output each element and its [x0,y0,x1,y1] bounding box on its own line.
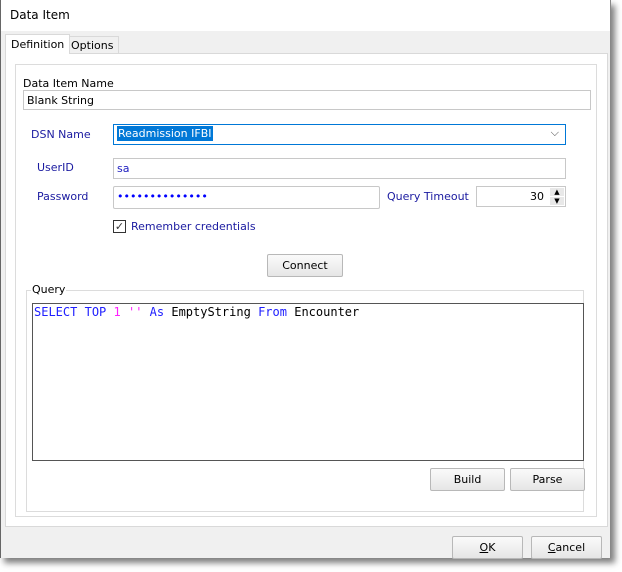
dsn-name-value: Readmission IFBI [117,126,213,141]
tab-options[interactable]: Options [65,36,120,53]
tab-label: Options [71,39,114,52]
tab-definition[interactable]: Definition [5,34,71,54]
sql-token: As [149,305,165,319]
data-item-dialog: Data Item Definition Options Data Item N… [0,0,611,559]
password-input[interactable]: •••••••••••••• [113,186,380,209]
ok-button[interactable]: OK [452,536,523,559]
cancel-button[interactable]: Cancel [531,536,602,559]
password-label: Password [37,190,89,203]
sql-token: Encounter [294,305,360,319]
window-title: Data Item [10,8,70,22]
definition-panel: Data Item Name Blank String DSN Name Rea… [5,53,608,527]
data-item-name-label: Data Item Name [23,77,114,90]
tab-label: Definition [11,38,65,51]
spin-down-icon[interactable]: ▼ [550,197,564,205]
sql-space [142,305,149,319]
sql-space [251,305,258,319]
ok-mnemonic: O [479,541,489,554]
sql-space [121,305,128,319]
parse-button[interactable]: Parse [510,468,585,491]
sql-token: From [258,305,287,319]
remember-credentials-label: Remember credentials [131,220,256,233]
connect-button[interactable]: Connect [267,254,343,277]
dsn-name-select[interactable]: Readmission IFBI ⌵ [113,124,566,145]
query-timeout-label: Query Timeout [387,190,469,203]
sql-token: TOP [84,305,107,319]
build-button[interactable]: Build [430,468,505,491]
cancel-mnemonic: C [547,541,556,554]
spin-up-icon[interactable]: ▲ [550,188,564,196]
query-timeout-value: 30 [530,190,544,203]
sql-token: EmptyString [171,305,251,319]
sql-token: SELECT [34,305,78,319]
query-group-label: Query [31,283,67,296]
userid-label: UserID [37,161,74,174]
sql-token: 1 [113,305,121,319]
dsn-name-label: DSN Name [31,128,91,141]
ok-label: K [488,541,496,554]
query-editor[interactable]: SELECT TOP 1 '' As EmptyString From Enco… [32,303,584,461]
sql-token: '' [127,305,143,319]
sql-space [77,305,84,319]
remember-credentials-checkbox[interactable]: ✓ [113,220,126,233]
userid-input[interactable]: sa [113,158,566,179]
cancel-label: ancel [555,541,586,554]
chevron-down-icon[interactable]: ⌵ [551,126,559,140]
data-item-name-input[interactable]: Blank String [23,90,591,110]
title-bar: Data Item [1,0,610,31]
query-timeout-spinner[interactable]: 30 ▲ ▼ [476,186,566,207]
sql-space [106,305,113,319]
